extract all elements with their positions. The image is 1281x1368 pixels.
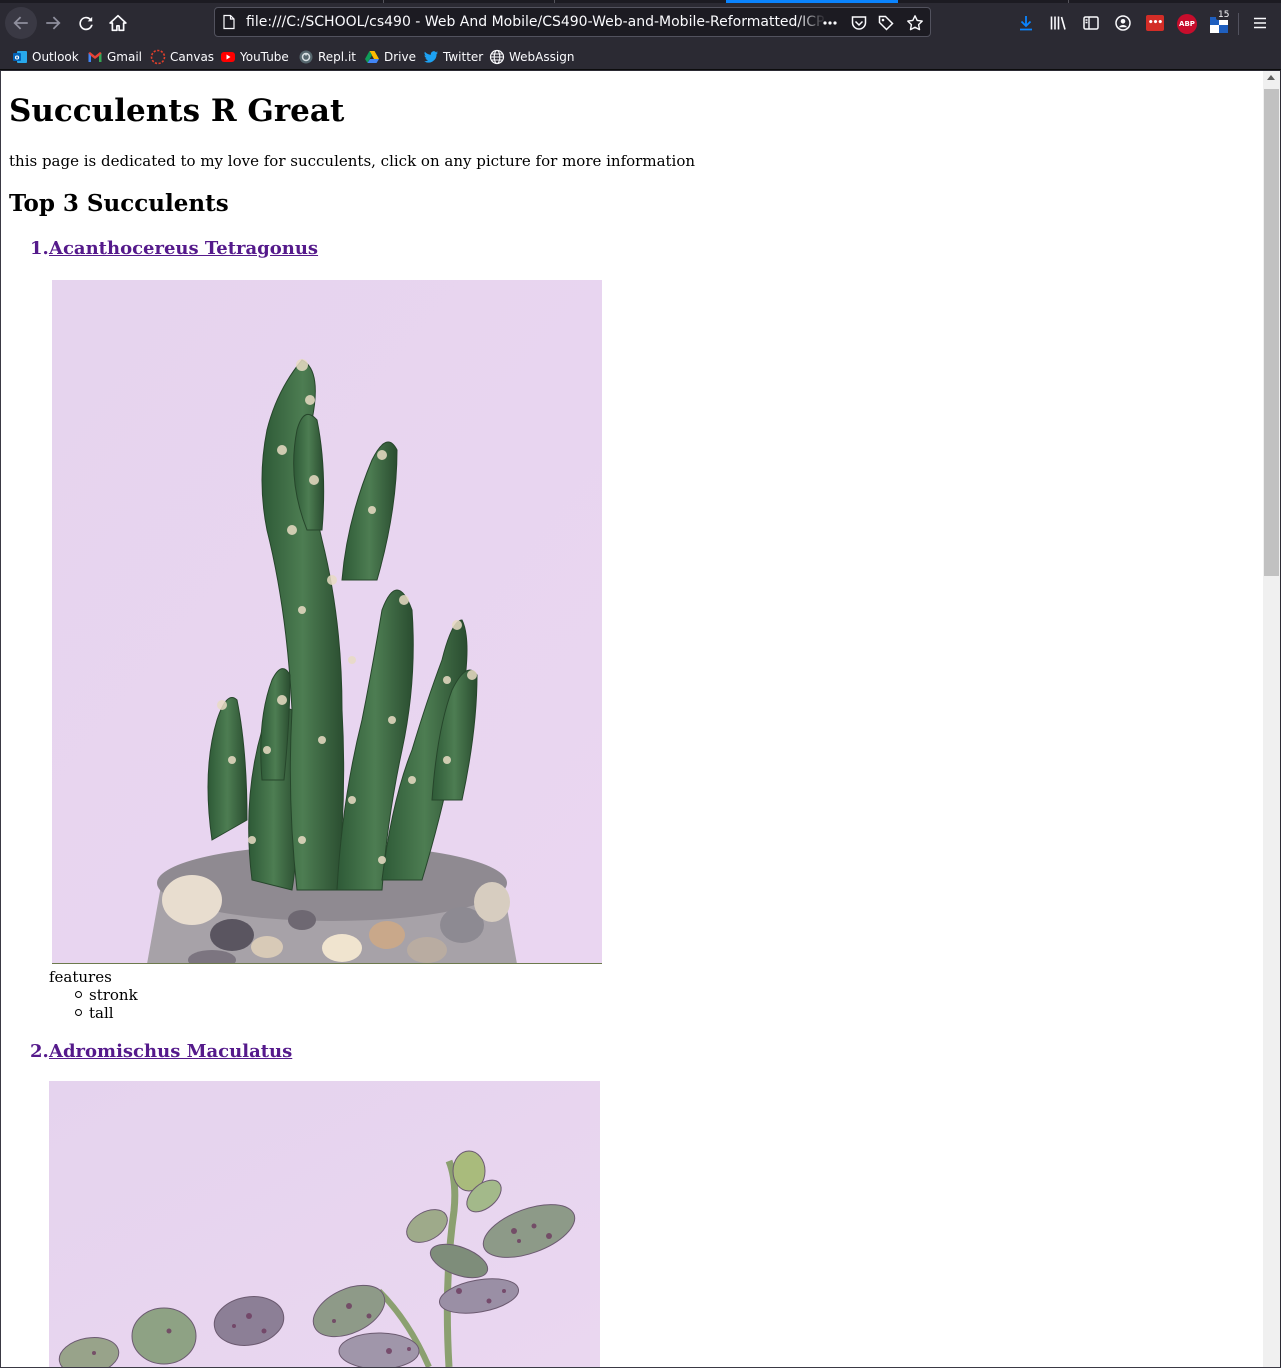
features-label: features (49, 968, 112, 986)
adblock-plus-icon[interactable]: ABP (1177, 14, 1197, 34)
bookmark-outlook[interactable]: o Outlook (12, 47, 79, 67)
twitter-icon (423, 49, 439, 65)
bookmark-label: Outlook (32, 50, 79, 64)
download-icon[interactable] (1017, 14, 1035, 32)
home-icon (109, 14, 127, 32)
bookmark-label: Gmail (107, 50, 143, 64)
reload-icon (79, 16, 93, 31)
feature-item: tall (89, 1004, 114, 1022)
bullet-icon (75, 1009, 82, 1016)
list-item-number: 2. (30, 1041, 49, 1062)
page-intro: this page is dedicated to my love for su… (9, 152, 696, 170)
drive-icon (364, 49, 380, 65)
scroll-up-arrow-icon[interactable] (1267, 75, 1275, 80)
arrow-left-icon (13, 16, 28, 30)
pocket-icon[interactable] (850, 14, 868, 32)
bookmark-drive[interactable]: Drive (364, 47, 416, 67)
back-button[interactable] (5, 7, 37, 39)
canvas-icon (150, 49, 166, 65)
globe-icon (489, 49, 505, 65)
navigation-toolbar: file:///C:/SCHOOL/cs490 - Web And Mobile… (0, 3, 1281, 43)
url-bar[interactable]: file:///C:/SCHOOL/cs490 - Web And Mobile… (214, 7, 931, 37)
outlook-icon: o (12, 49, 28, 65)
cactus-photo[interactable] (52, 280, 602, 964)
bookmark-webassign[interactable]: WebAssign (489, 47, 574, 67)
succulent-photo[interactable] (49, 1081, 600, 1367)
window-border (0, 71, 1, 1368)
gmail-icon (87, 49, 103, 65)
star-bookmark-icon[interactable] (906, 14, 924, 32)
bookmark-canvas[interactable]: Canvas (150, 47, 214, 67)
account-icon[interactable] (1114, 14, 1132, 32)
bookmark-label: YouTube (240, 50, 289, 64)
page-title: Succulents R Great (9, 93, 345, 129)
bookmark-replit[interactable]: Repl.it (298, 47, 356, 67)
list-item-number: 1. (30, 238, 49, 259)
sidebar-icon[interactable] (1082, 14, 1100, 32)
forward-button[interactable] (37, 7, 69, 39)
home-button[interactable] (102, 7, 134, 39)
bookmark-label: Repl.it (318, 50, 356, 64)
bookmark-label: WebAssign (509, 50, 575, 64)
hamburger-menu-icon[interactable] (1251, 14, 1269, 32)
feature-item: stronk (89, 986, 138, 1004)
toolbar-separator (1238, 13, 1239, 35)
page-viewport: Succulents R Great this page is dedicate… (1, 71, 1263, 1367)
bookmark-label: Twitter (443, 50, 484, 64)
youtube-icon (220, 49, 236, 65)
vertical-scrollbar[interactable] (1263, 71, 1280, 1367)
plant-link-adromischus[interactable]: Adromischus Maculatus (49, 1041, 292, 1063)
more-actions-icon[interactable] (821, 14, 839, 32)
bookmark-twitter[interactable]: Twitter (423, 47, 483, 67)
svg-text:o: o (15, 54, 20, 62)
plant-link-acanthocereus[interactable]: Acanthocereus Tetragonus (49, 238, 318, 260)
bookmark-label: Canvas (170, 50, 215, 64)
url-text[interactable]: file:///C:/SCHOOL/cs490 - Web And Mobile… (246, 13, 826, 31)
arrow-right-icon (46, 16, 61, 30)
bookmark-label: Drive (384, 50, 416, 64)
scrollbar-thumb[interactable] (1264, 89, 1279, 576)
bookmark-youtube[interactable]: YouTube (220, 47, 289, 67)
reload-button[interactable] (70, 7, 102, 39)
bookmarks-toolbar: o Outlook Gmail Canvas YouTube Repl.it D… (0, 43, 1281, 70)
replit-icon (298, 49, 314, 65)
lastpass-icon[interactable]: ••• (1146, 15, 1164, 31)
bookmark-gmail[interactable]: Gmail (87, 47, 142, 67)
section-heading: Top 3 Succulents (9, 190, 229, 217)
tag-icon[interactable] (877, 14, 895, 32)
page-icon (223, 14, 235, 30)
bullet-icon (75, 991, 82, 998)
library-icon[interactable] (1049, 14, 1067, 32)
notification-count-badge: 15 (1216, 10, 1232, 20)
